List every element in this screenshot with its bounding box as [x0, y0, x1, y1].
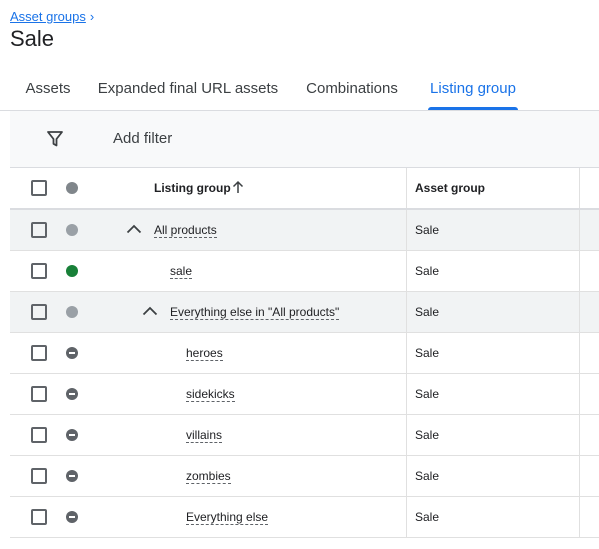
- row-checkbox[interactable]: [31, 222, 47, 238]
- table-row: sidekicks Sale: [10, 374, 599, 415]
- breadcrumb-asset-groups-link[interactable]: Asset groups: [10, 9, 86, 24]
- tab-label: Expanded final URL assets: [97, 79, 279, 97]
- filter-bar: Add filter: [10, 111, 599, 168]
- tab-listing-group[interactable]: Listing group: [424, 66, 522, 110]
- asset-group-cell: Sale: [415, 264, 440, 278]
- tab-bar: Assets Expanded final URL assets Combina…: [0, 66, 599, 111]
- asset-group-cell: Sale: [415, 223, 440, 237]
- listing-group-node[interactable]: Everything else: [186, 510, 269, 525]
- table-row: sale Sale: [10, 251, 599, 292]
- column-divider: [406, 415, 407, 455]
- status-excluded-icon: [66, 470, 78, 482]
- row-checkbox[interactable]: [31, 427, 47, 443]
- column-divider: [579, 374, 580, 414]
- column-divider: [406, 456, 407, 496]
- asset-group-cell: Sale: [415, 387, 440, 401]
- status-neutral-icon: [66, 306, 78, 318]
- column-divider: [579, 210, 580, 250]
- column-divider: [579, 168, 580, 208]
- listing-group-table: Listing group Asset group All products S…: [10, 168, 599, 538]
- status-excluded-icon: [66, 347, 78, 359]
- chevron-up-icon[interactable]: [126, 223, 142, 235]
- row-checkbox[interactable]: [31, 509, 47, 525]
- column-divider: [579, 497, 580, 537]
- listing-group-node[interactable]: Everything else in "All products": [170, 305, 340, 320]
- column-divider: [406, 292, 407, 332]
- table-header-row: Listing group Asset group: [10, 168, 599, 210]
- select-all-checkbox[interactable]: [31, 180, 47, 196]
- listing-group-node[interactable]: heroes: [186, 346, 223, 361]
- tab-combinations[interactable]: Combinations: [296, 66, 408, 110]
- asset-group-cell: Sale: [415, 346, 440, 360]
- chevron-up-icon[interactable]: [142, 305, 158, 317]
- row-checkbox[interactable]: [31, 345, 47, 361]
- column-divider: [406, 497, 407, 537]
- status-excluded-icon: [66, 429, 78, 441]
- row-checkbox[interactable]: [31, 386, 47, 402]
- breadcrumb: Asset groups ›: [10, 9, 94, 24]
- status-excluded-icon: [66, 511, 78, 523]
- asset-group-cell: Sale: [415, 428, 440, 442]
- column-divider: [579, 251, 580, 291]
- filter-funnel-icon[interactable]: [46, 130, 64, 148]
- table-row: Everything else Sale: [10, 497, 599, 538]
- table-row: villains Sale: [10, 415, 599, 456]
- listing-group-node[interactable]: zombies: [186, 469, 231, 484]
- column-divider: [579, 415, 580, 455]
- column-divider: [579, 333, 580, 373]
- asset-group-cell: Sale: [415, 469, 440, 483]
- row-checkbox[interactable]: [31, 468, 47, 484]
- column-divider: [406, 333, 407, 373]
- table-row: Everything else in "All products" Sale: [10, 292, 599, 333]
- status-excluded-icon: [66, 388, 78, 400]
- listing-group-node[interactable]: villains: [186, 428, 223, 443]
- tab-label: Assets: [25, 79, 71, 97]
- table-row: zombies Sale: [10, 456, 599, 497]
- page-title: Sale: [10, 26, 55, 51]
- arrow-up-icon[interactable]: [232, 180, 244, 194]
- tab-label: Listing group: [430, 79, 516, 97]
- row-checkbox[interactable]: [31, 304, 47, 320]
- status-eligible-icon: [66, 265, 78, 277]
- column-divider: [579, 292, 580, 332]
- listing-group-node[interactable]: sidekicks: [186, 387, 235, 402]
- tab-assets[interactable]: Assets: [14, 66, 82, 110]
- column-divider: [406, 210, 407, 250]
- add-filter-button[interactable]: Add filter: [113, 130, 172, 147]
- column-divider: [579, 456, 580, 496]
- asset-group-cell: Sale: [415, 510, 440, 524]
- column-header-listing-group[interactable]: Listing group: [154, 181, 231, 195]
- column-divider: [406, 168, 407, 208]
- status-neutral-icon: [66, 224, 78, 236]
- chevron-right-icon: ›: [89, 9, 95, 24]
- active-tab-indicator: [428, 107, 518, 110]
- column-header-asset-group[interactable]: Asset group: [415, 181, 485, 195]
- column-divider: [406, 374, 407, 414]
- listing-group-node[interactable]: sale: [170, 264, 193, 279]
- asset-group-cell: Sale: [415, 305, 440, 319]
- tab-expanded-final-url-assets[interactable]: Expanded final URL assets: [94, 66, 282, 110]
- tab-label: Combinations: [306, 79, 398, 97]
- row-checkbox[interactable]: [31, 263, 47, 279]
- table-row: All products Sale: [10, 210, 599, 251]
- column-divider: [406, 251, 407, 291]
- status-header-icon: [66, 182, 78, 194]
- table-row: heroes Sale: [10, 333, 599, 374]
- listing-group-node[interactable]: All products: [154, 223, 217, 238]
